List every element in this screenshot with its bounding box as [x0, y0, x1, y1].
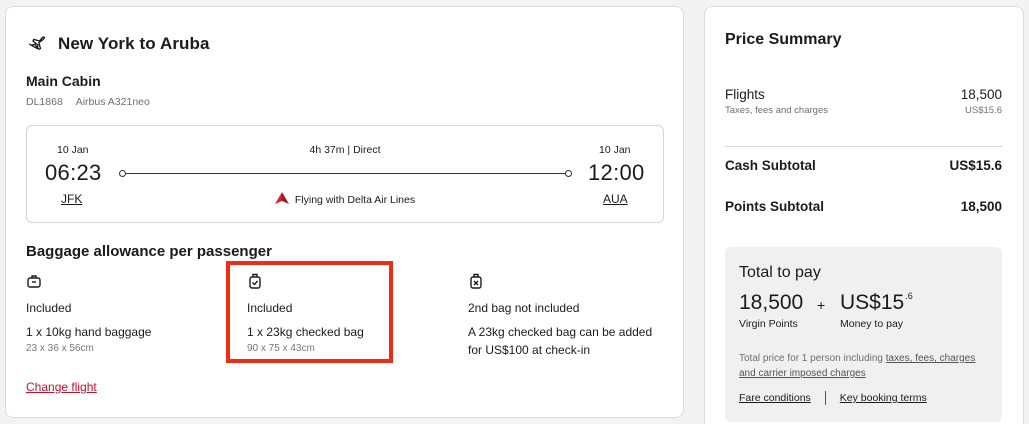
- total-label: Total to pay: [739, 264, 821, 281]
- points-currency-label: Virgin Points: [739, 318, 798, 330]
- route-origin-dot: [119, 170, 126, 177]
- cash-subtotal-label: Cash Subtotal: [725, 158, 816, 173]
- highlight-annotation: [226, 261, 393, 363]
- total-note-text: Total price for 1 person including: [739, 353, 886, 364]
- baggage-heading: Baggage allowance per passenger: [26, 243, 272, 260]
- flight-duration: 4h 37m | Direct: [309, 144, 381, 156]
- baggage-status: 2nd bag not included: [468, 301, 580, 315]
- points-subtotal-label: Points Subtotal: [725, 199, 824, 214]
- baggage-item-second: 2nd bag not included A 23kg checked bag …: [468, 273, 658, 359]
- flights-label: Flights: [725, 87, 765, 102]
- departure-time: 06:23: [45, 160, 102, 185]
- baggage-item-hand: Included 1 x 10kg hand baggage 23 x 36 x…: [26, 273, 236, 354]
- total-cash: US$15.6: [840, 291, 913, 315]
- summary-divider: [725, 146, 1002, 147]
- arrival-airport-link[interactable]: AUA: [603, 192, 628, 206]
- delta-logo-icon: [274, 192, 295, 207]
- flight-meta: DL1868 Airbus A321neo: [26, 96, 150, 108]
- cabin-class: Main Cabin: [26, 73, 101, 89]
- airplane-icon: [28, 31, 48, 56]
- price-summary-card: Price Summary Flights 18,500 Taxes, fees…: [704, 6, 1024, 424]
- total-points: 18,500: [739, 291, 804, 314]
- flight-title-row: New York to Aruba: [28, 31, 210, 56]
- arrival-time: 12:00: [588, 160, 645, 185]
- route-destination-dot: [565, 170, 572, 177]
- flights-value: 18,500: [960, 87, 1002, 102]
- route-line: [123, 173, 569, 174]
- points-subtotal-row: Points Subtotal 18,500: [725, 199, 1002, 214]
- baggage-status: Included: [26, 301, 72, 315]
- fare-conditions-link[interactable]: Fare conditions: [739, 392, 811, 404]
- total-cash-main: US$15: [840, 291, 905, 314]
- flight-segment: 10 Jan 06:23 JFK 4h 37m | Direct Flying …: [26, 125, 664, 223]
- change-flight-link[interactable]: Change flight: [26, 380, 97, 394]
- cash-currency-label: Money to pay: [840, 318, 904, 330]
- taxes-value: US$15.6: [965, 105, 1002, 116]
- flight-number: DL1868: [26, 96, 63, 108]
- key-booking-terms-link[interactable]: Key booking terms: [840, 392, 927, 404]
- total-to-pay-panel: Total to pay 18,500 + US$15.6 Virgin Poi…: [725, 247, 1002, 422]
- taxes-label: Taxes, fees and charges: [725, 105, 828, 116]
- aircraft-type: Airbus A321neo: [75, 96, 150, 108]
- bag-not-included-icon: [468, 273, 658, 289]
- total-links: Fare conditions Key booking terms: [739, 391, 927, 405]
- carrier-info: Flying with Delta Air Lines: [27, 192, 663, 207]
- arrival-date: 10 Jan: [599, 144, 631, 156]
- carrier-label: Flying with Delta Air Lines: [294, 193, 416, 206]
- total-cash-fraction: .6: [905, 291, 913, 301]
- price-summary-title: Price Summary: [725, 31, 842, 48]
- hand-bag-icon: [26, 273, 236, 289]
- total-plus: +: [817, 297, 826, 313]
- baggage-detail: A 23kg checked bag can be added for US$1…: [468, 325, 653, 357]
- points-subtotal-value: 18,500: [960, 199, 1002, 214]
- taxes-row: Taxes, fees and charges US$15.6: [725, 105, 1002, 116]
- baggage-dimensions: 23 x 36 x 56cm: [26, 343, 94, 354]
- flight-details-card: New York to Aruba Main Cabin DL1868 Airb…: [5, 6, 684, 418]
- flights-row: Flights 18,500: [725, 87, 1002, 102]
- baggage-detail: 1 x 10kg hand baggage: [26, 325, 152, 339]
- total-price-note: Total price for 1 person including taxes…: [739, 351, 994, 381]
- cash-subtotal-value: US$15.6: [949, 158, 1002, 173]
- flight-title: New York to Aruba: [58, 33, 210, 53]
- link-separator: [824, 391, 826, 405]
- cash-subtotal-row: Cash Subtotal US$15.6: [725, 158, 1002, 173]
